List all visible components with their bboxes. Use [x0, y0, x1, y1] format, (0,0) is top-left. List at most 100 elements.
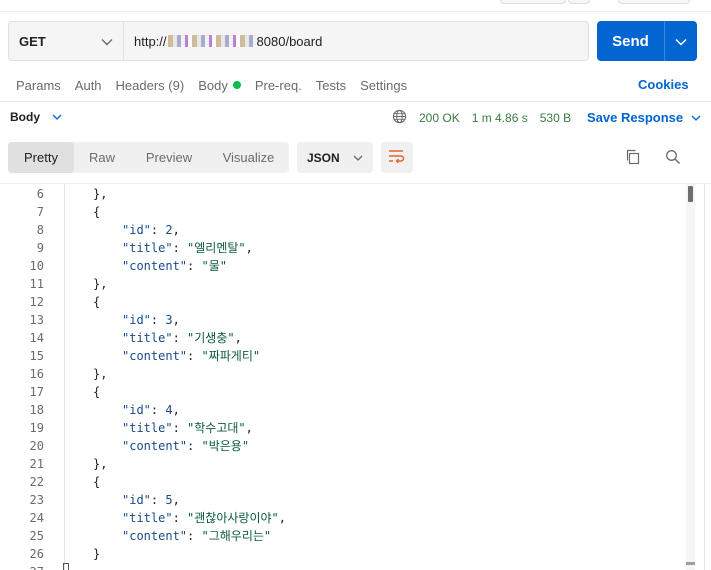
top-toolbar-strip: [0, 0, 711, 12]
line-number: 21: [29, 457, 44, 471]
copy-icon: [625, 149, 641, 168]
tab-raw[interactable]: Raw: [74, 142, 130, 173]
chevron-down-icon: [101, 34, 113, 49]
copy-button[interactable]: [622, 147, 644, 169]
tab-label: Pre-req.: [254, 77, 302, 93]
format-select[interactable]: JSON: [297, 142, 373, 173]
json-value: "물": [201, 259, 227, 273]
vertical-scrollbar[interactable]: [686, 184, 695, 570]
chevron-down-icon: [52, 110, 62, 124]
response-section-label: Body: [10, 110, 40, 124]
url-input[interactable]: http:// 8080/board: [124, 22, 588, 60]
tab-tests[interactable]: Tests: [316, 78, 346, 93]
code-line: 6},: [0, 185, 690, 203]
top-toolbar-button[interactable]: [618, 0, 690, 4]
json-sep: :: [150, 223, 166, 237]
cookies-link[interactable]: Cookies: [638, 77, 689, 92]
json-end: ,: [245, 241, 253, 255]
method-select[interactable]: GET: [9, 22, 124, 60]
json-sep: :: [187, 349, 202, 363]
code-text: "id": 4,: [122, 401, 180, 419]
scrollbar-thumb[interactable]: [688, 186, 693, 202]
line-number: 11: [29, 277, 44, 291]
wrap-lines-icon: [388, 149, 406, 166]
code-line: 24 "title": "괜찮아사랑이야",: [0, 509, 690, 527]
code-text: },: [93, 457, 108, 471]
line-number: 14: [29, 331, 44, 345]
code-line: 27: [0, 563, 690, 570]
tab-settings[interactable]: Settings: [360, 78, 407, 93]
format-label: JSON: [307, 150, 340, 165]
line-number: 8: [36, 223, 44, 237]
tab-label: Auth: [74, 77, 102, 93]
line-number: 9: [36, 241, 44, 255]
code-text: {: [93, 385, 101, 399]
tab-headers[interactable]: Headers (9): [116, 78, 185, 93]
json-sep: :: [187, 259, 202, 273]
line-number: 6: [36, 187, 44, 201]
json-key: "content": [122, 529, 188, 543]
top-toolbar-button[interactable]: [568, 0, 590, 4]
top-toolbar-button[interactable]: [500, 0, 566, 4]
json-sep: :: [172, 421, 188, 435]
json-sep: :: [150, 313, 166, 327]
response-body-editor[interactable]: 6}, 7{ 8 "id": 2, 9 "title": "엘리멘탈", 10 "co…: [0, 183, 711, 570]
response-time[interactable]: 1 m 4.86 s: [472, 111, 528, 125]
json-value: "짜파게티": [201, 349, 261, 363]
request-tabs: Params Auth Headers (9) Body Pre-req. Te…: [16, 76, 421, 94]
json-key: "title": [122, 511, 173, 525]
json-value: 2: [165, 223, 173, 237]
tab-visualize[interactable]: Visualize: [208, 142, 289, 173]
request-url-bar: GET http:// 8080/board: [8, 21, 589, 61]
tab-body[interactable]: Body: [198, 78, 241, 93]
search-button[interactable]: [662, 147, 684, 169]
json-key: "content": [122, 259, 188, 273]
code-line: 8 "id": 2,: [0, 221, 690, 239]
code-line: 13 "id": 3,: [0, 311, 690, 329]
json-value: "박은용": [201, 439, 250, 453]
tab-params[interactable]: Params: [16, 78, 61, 93]
json-key: "id": [122, 313, 151, 327]
json-key: "title": [122, 241, 173, 255]
tab-pre-request[interactable]: Pre-req.: [255, 78, 302, 93]
json-value: "학수고대": [187, 421, 246, 435]
send-dropdown-button[interactable]: [665, 21, 697, 61]
response-section-select[interactable]: Body: [10, 110, 62, 124]
json-key: "title": [122, 421, 173, 435]
json-end: ,: [172, 403, 180, 417]
json-value: "엘리멘탈": [187, 241, 246, 255]
body-active-dot: [232, 81, 241, 89]
code-line: 14 "title": "기생충",: [0, 329, 690, 347]
json-value: "기생충": [187, 331, 235, 345]
fold-marker[interactable]: [63, 563, 69, 570]
code-text: "content": "그해우리는": [122, 527, 271, 545]
tab-pretty[interactable]: Pretty: [8, 142, 74, 173]
url-prefix: http://: [134, 33, 167, 49]
tab-label: Params: [16, 77, 61, 93]
line-number: 20: [29, 439, 44, 453]
code-text: {: [93, 205, 101, 219]
code-text: "title": "학수고대",: [122, 419, 253, 437]
send-button[interactable]: Send: [597, 21, 665, 61]
tab-auth[interactable]: Auth: [75, 78, 102, 93]
save-response-button[interactable]: Save Response: [587, 110, 701, 125]
wrap-lines-button[interactable]: [381, 142, 413, 173]
code-line: 12 {: [0, 293, 690, 311]
tab-preview[interactable]: Preview: [130, 142, 208, 173]
response-size[interactable]: 530 B: [540, 111, 571, 125]
line-number: 13: [29, 313, 44, 327]
line-number: 25: [29, 529, 44, 543]
code-line: 19 "title": "학수고대",: [0, 419, 690, 437]
json-sep: :: [172, 511, 188, 525]
json-sep: :: [187, 529, 202, 543]
code-line: 16},: [0, 365, 690, 383]
code-line: 11},: [0, 275, 690, 293]
status-code[interactable]: 200 OK: [419, 111, 460, 125]
panel-divider: [704, 183, 705, 570]
globe-icon[interactable]: [392, 109, 407, 127]
line-number: 17: [29, 385, 44, 399]
line-number: 15: [29, 349, 44, 363]
json-end: ,: [172, 313, 180, 327]
line-number: 23: [29, 493, 44, 507]
line-number: 7: [36, 205, 44, 219]
